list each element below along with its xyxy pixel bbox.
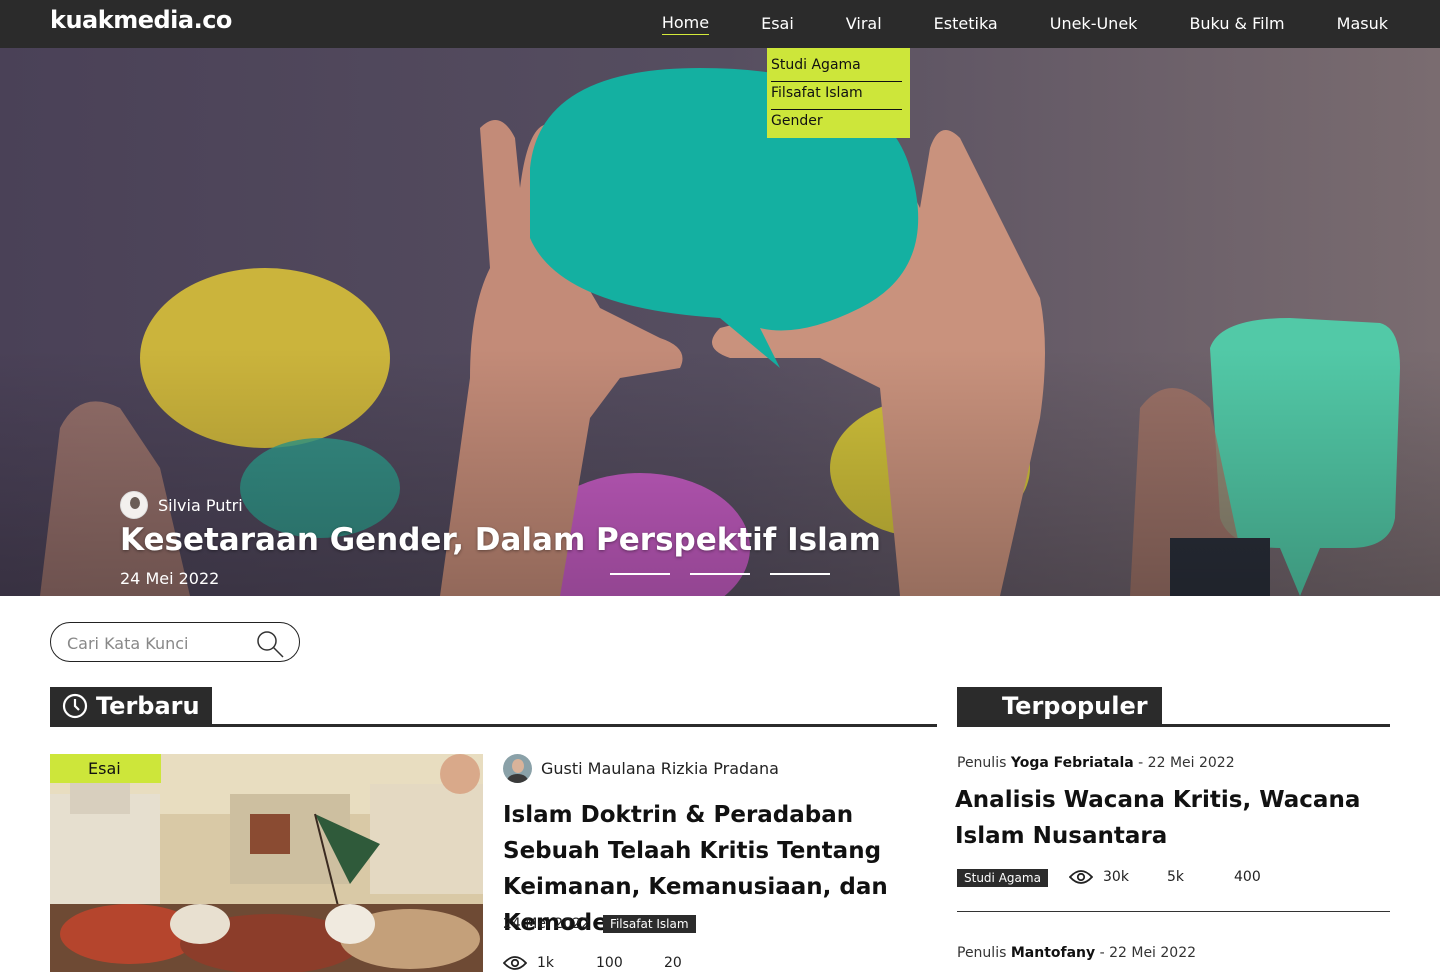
top-navbar: kuakmedia.co Home Esai Viral Estetika Un… xyxy=(0,0,1440,48)
eye-icon xyxy=(1069,870,1093,884)
site-logo[interactable]: kuakmedia.co xyxy=(50,6,232,34)
hero-title[interactable]: Kesetaraan Gender, Dalam Perspektif Isla… xyxy=(120,522,881,558)
nav-item-viral[interactable]: Viral xyxy=(846,14,882,35)
article-views: 1k xyxy=(537,955,555,971)
search-input[interactable] xyxy=(67,631,247,655)
article-tag[interactable]: Filsafat Islam xyxy=(602,915,696,933)
nav-item-masuk[interactable]: Masuk xyxy=(1337,14,1388,35)
nav-item-buku-film[interactable]: Buku & Film xyxy=(1189,14,1284,35)
article-stat-3: 20 xyxy=(664,955,682,971)
popular-item-2-author-prefix: Penulis xyxy=(957,945,1007,961)
article-author-name[interactable]: Gusti Maulana Rizkia Pradana xyxy=(541,759,779,778)
slider-dot-2[interactable] xyxy=(690,573,750,575)
search-box xyxy=(50,622,300,662)
popular-tab: Terpopuler xyxy=(957,687,1162,724)
slider-dot-1[interactable] xyxy=(610,573,670,575)
hero-author[interactable]: Silvia Putri xyxy=(120,491,243,519)
article-thumbnail[interactable] xyxy=(50,754,483,972)
popular-item-2-date: - 22 Mei 2022 xyxy=(1099,945,1197,961)
article-author[interactable]: Gusti Maulana Rizkia Pradana xyxy=(503,754,779,783)
slider-dot-3[interactable] xyxy=(770,573,830,575)
article-category-badge[interactable]: Esai xyxy=(50,754,161,783)
popular-item-1-date: - 22 Mei 2022 xyxy=(1138,755,1235,771)
popular-item-2-meta: Penulis Mantofany - 22 Mei 2022 xyxy=(957,945,1196,961)
popular-item-2-author[interactable]: Mantofany xyxy=(1011,945,1095,961)
nav-item-unek-unek[interactable]: Unek-Unek xyxy=(1050,14,1138,35)
popular-divider xyxy=(957,911,1390,912)
clock-icon xyxy=(62,693,88,718)
eye-icon xyxy=(503,956,527,970)
popular-item-1-stat-3: 400 xyxy=(1234,869,1261,885)
slider-indicators xyxy=(610,573,850,575)
popular-heading: Terpopuler xyxy=(1002,691,1148,720)
nav-item-home[interactable]: Home xyxy=(661,13,710,35)
dropdown-item-gender[interactable]: Gender xyxy=(771,110,902,138)
article-stat-2: 100 xyxy=(596,955,623,971)
article-stats: 1k 100 20 xyxy=(503,955,682,971)
article-date: 24 Mei 2022 xyxy=(503,916,590,932)
main-nav: Home Esai Viral Estetika Unek-Unek Buku … xyxy=(610,0,1388,48)
nav-item-esai[interactable]: Esai xyxy=(761,14,794,35)
popular-item-1-title[interactable]: Analisis Wacana Kritis, Wacana Islam Nus… xyxy=(955,782,1385,854)
search-icon[interactable] xyxy=(255,629,285,659)
popular-item-1-author-prefix: Penulis xyxy=(957,755,1007,771)
hero-author-name[interactable]: Silvia Putri xyxy=(158,496,243,515)
nav-item-estetika[interactable]: Estetika xyxy=(934,14,998,35)
popular-item-1-views: 30k xyxy=(1103,869,1129,885)
popular-section-header: Terpopuler xyxy=(957,687,1390,727)
latest-tab: Terbaru xyxy=(50,687,212,724)
hero-date: 24 Mei 2022 xyxy=(120,569,220,588)
esai-dropdown-menu: Studi Agama Filsafat Islam Gender xyxy=(767,48,910,138)
article-meta: 24 Mei 2022 Filsafat Islam xyxy=(503,915,696,933)
popular-item-1-stat-2: 5k xyxy=(1167,869,1185,885)
dropdown-item-studi-agama[interactable]: Studi Agama xyxy=(771,54,902,82)
hero-slider[interactable]: Silvia Putri Kesetaraan Gender, Dalam Pe… xyxy=(0,48,1440,596)
hero-author-avatar xyxy=(120,491,148,519)
latest-section-header: Terbaru xyxy=(50,687,937,727)
article-author-avatar xyxy=(503,754,532,783)
article-painting xyxy=(50,754,483,972)
popular-item-1-tag[interactable]: Studi Agama xyxy=(957,869,1048,887)
dropdown-item-filsafat-islam[interactable]: Filsafat Islam xyxy=(771,82,902,110)
latest-heading: Terbaru xyxy=(96,691,200,720)
popular-item-1-stats: 30k 5k 400 xyxy=(1069,869,1261,885)
popular-item-1-author[interactable]: Yoga Febriatala xyxy=(1011,755,1134,771)
popular-item-1-meta: Penulis Yoga Febriatala - 22 Mei 2022 xyxy=(957,755,1235,771)
